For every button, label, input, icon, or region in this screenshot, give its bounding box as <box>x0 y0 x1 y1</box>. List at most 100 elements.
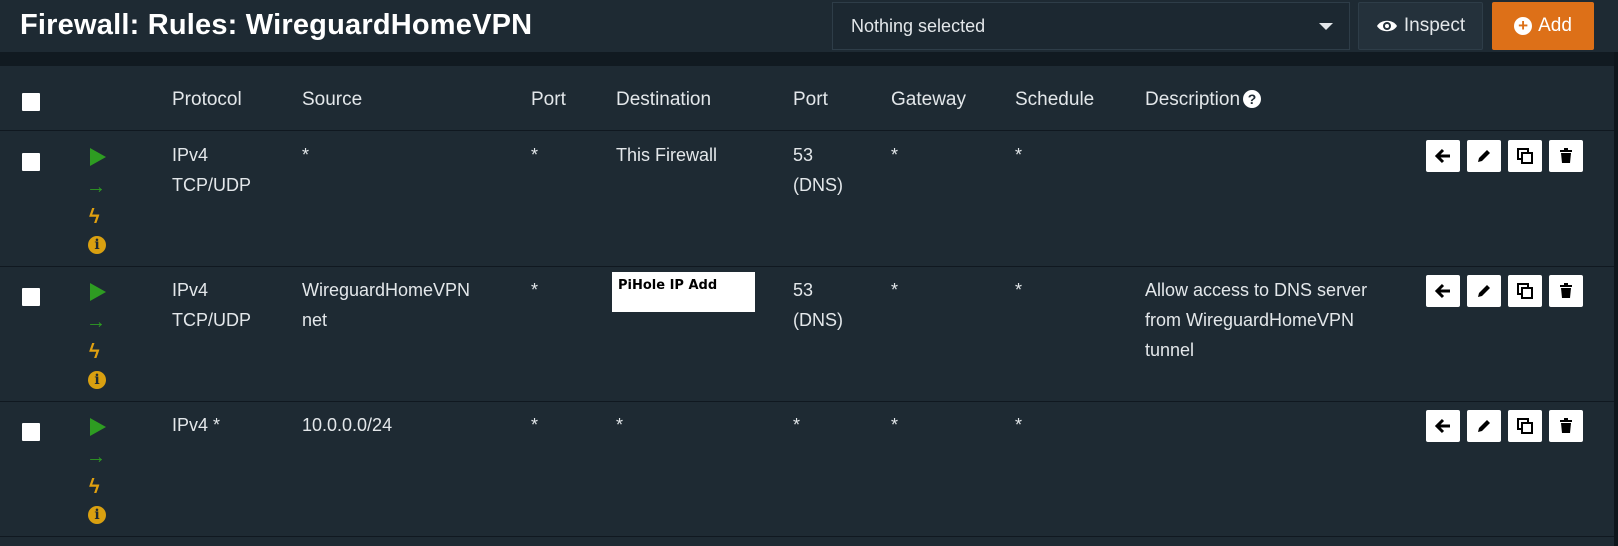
source-cell: WireguardHomeVPN net <box>302 275 470 335</box>
play-icon[interactable] <box>86 146 108 168</box>
table-row: → ϟ i IPv4 * 10.0.0.0/24 * * * * * <box>0 402 1614 537</box>
eye-icon <box>1376 20 1397 32</box>
move-button[interactable] <box>1426 410 1460 442</box>
dest-port-number: 53 <box>793 145 814 165</box>
description-line: tunnel <box>1145 340 1195 360</box>
selection-dropdown[interactable]: Nothing selected <box>832 2 1350 50</box>
bolt-icon: ϟ <box>89 476 100 498</box>
col-source: Source <box>302 89 363 110</box>
copy-button[interactable] <box>1508 275 1542 307</box>
source-line: * <box>302 145 310 165</box>
move-button[interactable] <box>1426 275 1460 307</box>
delete-button[interactable] <box>1549 140 1583 172</box>
add-button-label: Add <box>1538 15 1572 36</box>
col-schedule: Schedule <box>1015 89 1095 110</box>
row-checkbox[interactable] <box>22 288 40 306</box>
row-actions <box>1426 410 1583 442</box>
port-cell: * <box>531 415 539 435</box>
description-line: from WireguardHomeVPN <box>1145 310 1355 330</box>
dest-port-cell: 53 (DNS) <box>793 275 843 335</box>
row-checkbox[interactable] <box>22 423 40 441</box>
copy-icon <box>1517 418 1533 434</box>
destination-cell: * <box>616 415 624 435</box>
bolt-icon: ϟ <box>89 341 100 363</box>
arrow-left-icon <box>1434 283 1450 299</box>
edit-button[interactable] <box>1467 275 1501 307</box>
dest-port-number: 53 <box>793 280 814 300</box>
play-icon[interactable] <box>86 281 108 303</box>
selection-dropdown-value: Nothing selected <box>851 16 986 36</box>
delete-button[interactable] <box>1549 410 1583 442</box>
header-divider <box>0 52 1618 66</box>
row-actions <box>1426 275 1583 307</box>
help-icon[interactable]: ? <box>1243 90 1262 108</box>
source-line: WireguardHomeVPN <box>302 280 471 300</box>
edit-button[interactable] <box>1467 410 1501 442</box>
page-header: Firewall: Rules: WireguardHomeVPN Nothin… <box>0 0 1618 52</box>
protocol-type: TCP/UDP <box>172 175 252 195</box>
bolt-icon: ϟ <box>89 206 100 228</box>
table-row: → ϟ i IPv4 TCP/UDP * * This Firewall 53 … <box>0 130 1614 267</box>
source-line: net <box>302 310 328 330</box>
source-cell: * <box>302 140 309 170</box>
arrow-right-icon: → <box>86 176 106 198</box>
copy-button[interactable] <box>1508 140 1542 172</box>
col-description: Description? <box>1145 88 1262 112</box>
col-port: Port <box>531 89 566 110</box>
arrow-left-icon <box>1434 418 1450 434</box>
dest-port-number: * <box>793 415 801 435</box>
inspect-button-label: Inspect <box>1403 15 1466 36</box>
row-checkbox[interactable] <box>22 153 40 171</box>
row-actions <box>1426 140 1583 172</box>
arrow-right-icon: → <box>86 446 106 468</box>
protocol-cell: IPv4 TCP/UDP <box>172 275 251 335</box>
inspect-button[interactable]: Inspect <box>1358 2 1483 50</box>
scrollbar[interactable] <box>1614 52 1618 546</box>
table-header: Protocol Source Port Destination Port Ga… <box>0 66 1614 131</box>
destination-cell: This Firewall <box>616 145 718 165</box>
col-gateway: Gateway <box>891 89 966 110</box>
gateway-cell: * <box>891 415 899 435</box>
dest-port-cell: 53 (DNS) <box>793 140 843 200</box>
protocol-cell: IPv4 * <box>172 410 220 440</box>
schedule-cell: * <box>1015 145 1023 165</box>
col-description-label: Description <box>1145 89 1241 110</box>
gateway-cell: * <box>891 145 899 165</box>
info-icon: i <box>86 236 108 258</box>
protocol-ip: IPv4 * <box>172 415 221 435</box>
trash-icon <box>1560 418 1572 433</box>
port-cell: * <box>531 280 539 300</box>
protocol-ip: IPv4 <box>172 145 209 165</box>
info-icon: i <box>86 371 108 393</box>
protocol-cell: IPv4 TCP/UDP <box>172 140 251 200</box>
edit-button[interactable] <box>1467 140 1501 172</box>
description-line: Allow access to DNS server <box>1145 280 1368 300</box>
add-button[interactable]: + Add <box>1492 2 1594 50</box>
pencil-icon <box>1478 150 1490 162</box>
dest-port-alias: (DNS) <box>793 175 843 195</box>
copy-icon <box>1517 283 1533 299</box>
trash-icon <box>1560 283 1572 298</box>
chevron-down-icon <box>1319 23 1333 30</box>
arrow-right-icon: → <box>86 311 106 333</box>
source-cell: 10.0.0.0/24 <box>302 410 392 440</box>
col-dest-port: Port <box>793 89 828 110</box>
copy-button[interactable] <box>1508 410 1542 442</box>
dest-port-alias: (DNS) <box>793 310 843 330</box>
info-icon: i <box>86 506 108 528</box>
play-icon[interactable] <box>86 416 108 438</box>
pencil-icon <box>1478 285 1490 297</box>
dest-port-cell: * <box>793 410 800 440</box>
select-all-checkbox[interactable] <box>22 93 40 111</box>
delete-button[interactable] <box>1549 275 1583 307</box>
protocol-ip: IPv4 <box>172 280 209 300</box>
trash-icon <box>1560 148 1572 163</box>
port-cell: * <box>531 145 539 165</box>
plus-circle-icon: + <box>1514 17 1533 35</box>
gateway-cell: * <box>891 280 899 300</box>
description-cell: Allow access to DNS server from Wireguar… <box>1145 275 1367 365</box>
source-line: 10.0.0.0/24 <box>302 415 393 435</box>
copy-icon <box>1517 148 1533 164</box>
move-button[interactable] <box>1426 140 1460 172</box>
col-destination: Destination <box>616 89 712 110</box>
